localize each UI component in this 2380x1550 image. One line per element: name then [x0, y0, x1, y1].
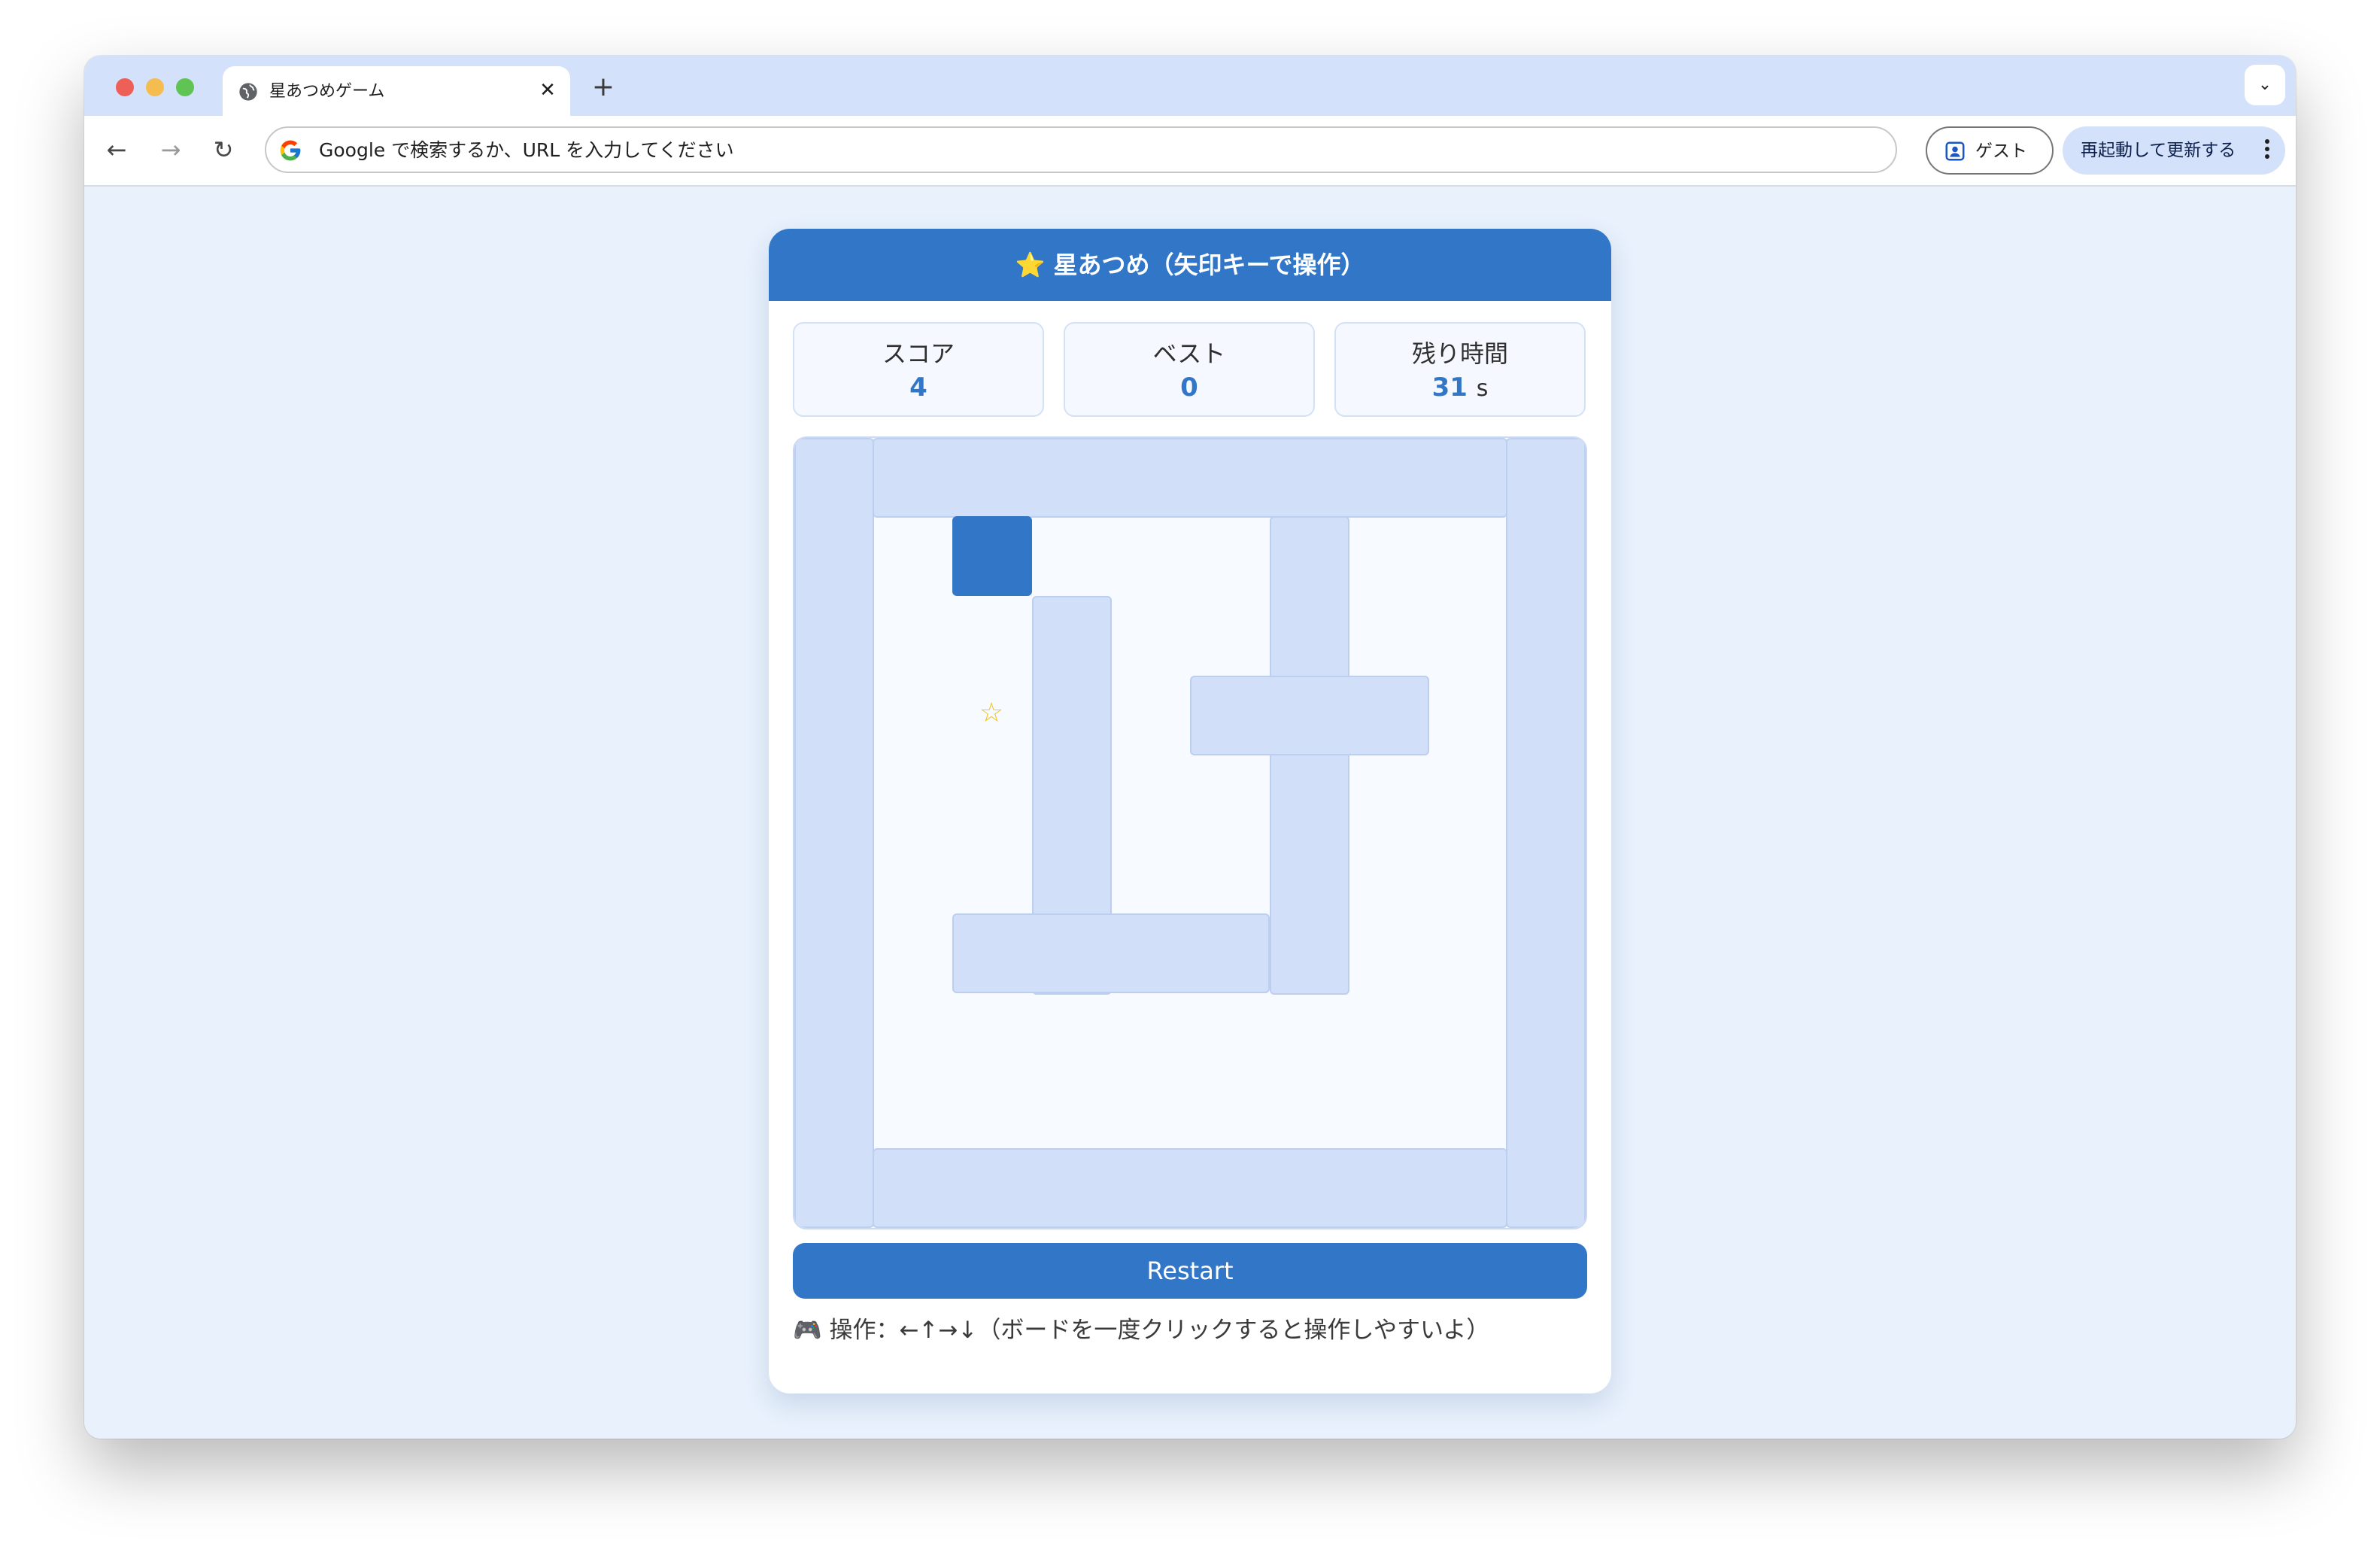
profile-button[interactable]: ゲスト [1926, 126, 2054, 175]
back-arrow-icon[interactable]: ← [99, 132, 134, 167]
best-value: 0 [1180, 372, 1198, 403]
wall-top [873, 438, 1507, 518]
google-icon [280, 140, 301, 161]
update-button[interactable]: 再起動して更新する [2063, 126, 2285, 175]
time-label: 残り時間 [1411, 339, 1508, 368]
score-label: スコア [882, 339, 955, 368]
wall-right [1506, 438, 1586, 1228]
page-content: ⭐ 星あつめ（矢印キーで操作） スコア 4 ベスト 0 残り時間 31 s ☆ … [84, 187, 2296, 1439]
score-panel: スコア 4 [793, 322, 1044, 417]
time-value: 31 [1431, 372, 1468, 403]
tab-close-icon[interactable]: ✕ [536, 78, 560, 102]
controls-hint: 🎮 操作：←↑→↓（ボードを一度クリックすると操作しやすいよ） [793, 1317, 1490, 1344]
tab-title: 星あつめゲーム [269, 82, 385, 101]
update-label: 再起動して更新する [2081, 141, 2236, 160]
globe-icon [239, 83, 257, 101]
wall-inner [1270, 516, 1349, 995]
address-placeholder: Google で検索するか、URL を入力してください [319, 139, 734, 161]
time-unit: s [1476, 375, 1489, 402]
game-card: ⭐ 星あつめ（矢印キーで操作） スコア 4 ベスト 0 残り時間 31 s ☆ … [769, 229, 1611, 1393]
best-panel: ベスト 0 [1064, 322, 1315, 417]
player-block [952, 516, 1032, 596]
wall-bottom [873, 1148, 1507, 1228]
guest-profile-icon [1945, 141, 1965, 161]
new-tab-button[interactable]: + [588, 72, 618, 102]
tab-search-chevron-icon[interactable]: ⌄ [2245, 65, 2285, 105]
wall-left [794, 438, 874, 1228]
address-bar[interactable]: Google で検索するか、URL を入力してください [265, 126, 1897, 173]
tab-active[interactable]: 星あつめゲーム ✕ [223, 66, 570, 116]
more-menu-icon[interactable] [2260, 137, 2275, 164]
time-panel: 残り時間 31 s [1334, 322, 1586, 417]
reload-icon[interactable]: ↻ [206, 132, 241, 167]
score-value: 4 [909, 372, 927, 403]
wall-inner [952, 913, 1270, 993]
star-icon: ☆ [979, 698, 1004, 728]
time-readout: 31 s [1336, 372, 1584, 405]
maximize-window-button[interactable] [176, 78, 194, 96]
title-bar: 星あつめゲーム ✕ + ⌄ [84, 56, 2296, 116]
forward-arrow-icon[interactable]: → [153, 132, 188, 167]
minimize-window-button[interactable] [146, 78, 164, 96]
restart-button[interactable]: Restart [793, 1243, 1587, 1299]
best-label: ベスト [1152, 339, 1226, 368]
game-title: ⭐ 星あつめ（矢印キーで操作） [769, 229, 1611, 301]
browser-toolbar: ← → ↻ Google で検索するか、URL を入力してください ゲスト 再起… [84, 116, 2296, 187]
close-window-button[interactable] [116, 78, 134, 96]
game-board[interactable]: ☆ [793, 436, 1587, 1229]
browser-window: 星あつめゲーム ✕ + ⌄ ← → ↻ Google で検索するか、URL を入… [84, 56, 2296, 1439]
profile-label: ゲスト [1975, 141, 2027, 161]
wall-inner [1190, 676, 1429, 755]
